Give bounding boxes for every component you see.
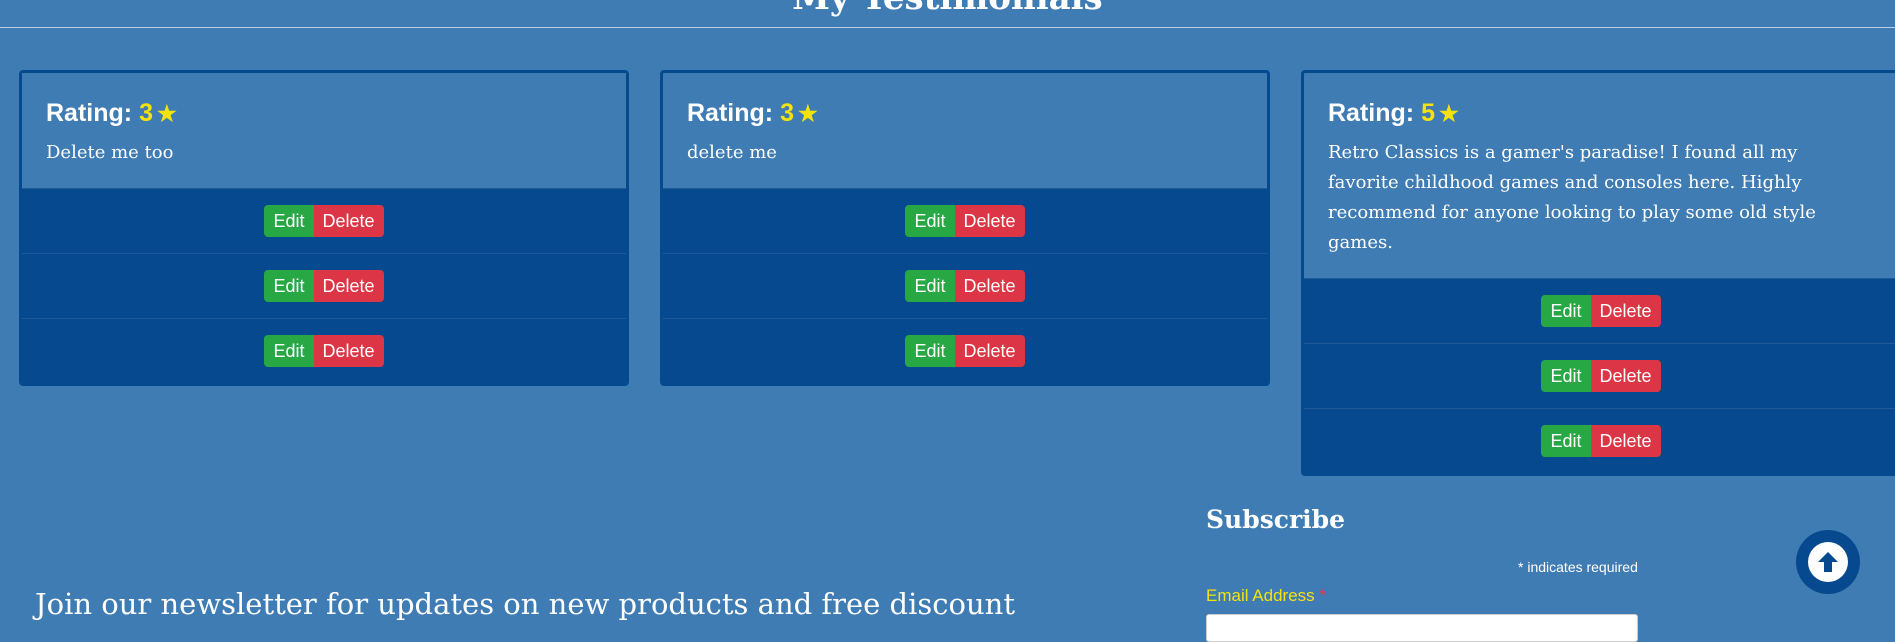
delete-button[interactable]: Delete (1590, 295, 1661, 327)
action-row: Edit Delete (1304, 343, 1895, 408)
action-row: Edit Delete (1304, 408, 1895, 473)
rating-value: 3 (780, 99, 794, 127)
edit-button[interactable]: Edit (905, 335, 955, 367)
required-note-text: indicates required (1527, 559, 1638, 575)
action-row: Edit Delete (663, 253, 1267, 318)
action-row: Edit Delete (663, 318, 1267, 383)
card-header: Rating: 5 ★ Retro Classics is a gamer's p… (1304, 73, 1895, 278)
testimonial-text: Retro Classics is a gamer's paradise! I … (1328, 142, 1816, 253)
star-icon: ★ (156, 101, 177, 126)
arrow-up-icon (1808, 542, 1848, 582)
rating-value: 3 (139, 99, 153, 127)
testimonial-card: Rating: 3 ★ Delete me too Edit Delete Edit… (19, 70, 629, 386)
testimonial-card: Rating: 3 ★ delete me Edit Delete Edit Dele… (660, 70, 1270, 386)
required-note: * indicates required (1518, 559, 1638, 575)
delete-button[interactable]: Delete (954, 205, 1025, 237)
required-symbol: * (1518, 559, 1524, 575)
rating-label: Rating: (46, 99, 133, 127)
subscribe-title: Subscribe (1206, 505, 1346, 534)
page-title: My Testimonials (0, 0, 1895, 18)
edit-button[interactable]: Edit (905, 270, 955, 302)
card-header: Rating: 3 ★ delete me (663, 73, 1267, 188)
delete-button[interactable]: Delete (954, 335, 1025, 367)
required-asterisk: * (1319, 586, 1327, 605)
back-to-top-button[interactable] (1796, 530, 1860, 594)
star-icon: ★ (1438, 101, 1459, 126)
action-row: Edit Delete (22, 318, 626, 383)
card-header: Rating: 3 ★ Delete me too (22, 73, 626, 188)
star-icon: ★ (797, 101, 818, 126)
delete-button[interactable]: Delete (313, 205, 384, 237)
testimonial-text: Delete me too (46, 142, 174, 163)
delete-button[interactable]: Delete (313, 335, 384, 367)
delete-button[interactable]: Delete (1590, 425, 1661, 457)
edit-button[interactable]: Edit (264, 205, 314, 237)
rating-label: Rating: (687, 99, 774, 127)
email-field[interactable] (1206, 614, 1638, 642)
action-row: Edit Delete (1304, 278, 1895, 343)
edit-button[interactable]: Edit (1541, 425, 1591, 457)
email-label-text: Email Address (1206, 586, 1315, 605)
edit-button[interactable]: Edit (264, 335, 314, 367)
edit-button[interactable]: Edit (264, 270, 314, 302)
edit-button[interactable]: Edit (1541, 360, 1591, 392)
title-divider (0, 27, 1895, 28)
testimonial-card: Rating: 5 ★ Retro Classics is a gamer's p… (1301, 70, 1895, 476)
testimonial-text: delete me (687, 142, 777, 163)
action-row: Edit Delete (22, 188, 626, 253)
edit-button[interactable]: Edit (1541, 295, 1591, 327)
newsletter-text: Join our newsletter for updates on new p… (35, 587, 1015, 621)
rating-value: 5 (1421, 99, 1435, 127)
action-row: Edit Delete (22, 253, 626, 318)
rating-heading: Rating: 5 ★ (1328, 99, 1862, 128)
delete-button[interactable]: Delete (1590, 360, 1661, 392)
rating-heading: Rating: 3 ★ (687, 99, 1243, 128)
rating-label: Rating: (1328, 99, 1415, 127)
delete-button[interactable]: Delete (313, 270, 384, 302)
delete-button[interactable]: Delete (954, 270, 1025, 302)
email-label: Email Address * (1206, 586, 1326, 606)
action-row: Edit Delete (663, 188, 1267, 253)
rating-heading: Rating: 3 ★ (46, 99, 602, 128)
edit-button[interactable]: Edit (905, 205, 955, 237)
